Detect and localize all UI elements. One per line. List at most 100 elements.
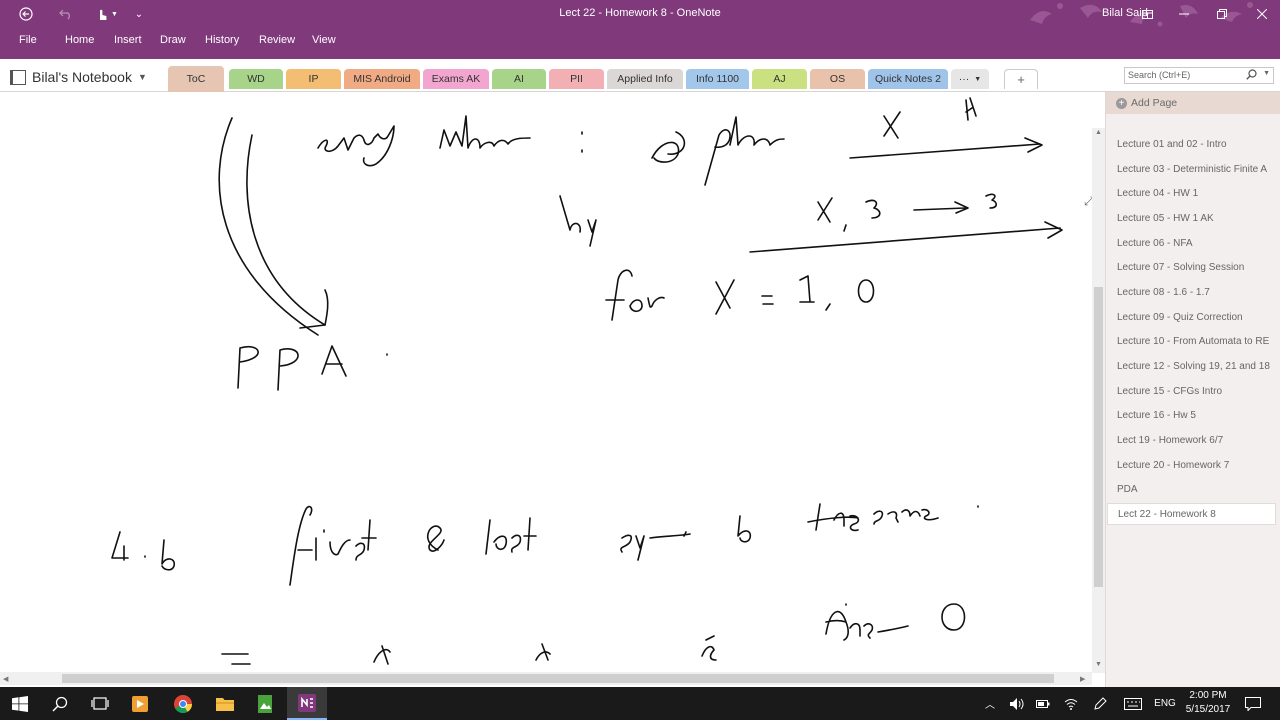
taskbar-chrome[interactable] — [163, 687, 203, 720]
section-tab-pii[interactable]: PII — [549, 69, 604, 89]
touch-keyboard-button[interactable] — [1122, 687, 1144, 720]
section-tab-label: Info 1100 — [695, 73, 739, 85]
search-icon — [52, 696, 68, 712]
more-sections-button[interactable]: ··· ▼ — [951, 69, 989, 89]
add-page-button[interactable]: + Add Page — [1106, 92, 1280, 114]
show-hidden-icons-button[interactable]: ︿ — [982, 687, 998, 720]
scroll-right-arrow-icon[interactable]: ▶ — [1080, 675, 1085, 683]
tab-home[interactable]: Home — [65, 34, 94, 46]
page-list-item[interactable]: Lecture 16 - Hw 5 — [1107, 404, 1276, 426]
windows-start-icon — [12, 695, 28, 712]
section-tab-ai[interactable]: AI — [492, 69, 546, 89]
media-player-icon — [132, 695, 148, 712]
taskbar-photos[interactable] — [245, 687, 285, 720]
tab-review[interactable]: Review — [259, 34, 295, 46]
ribbon-display-button[interactable] — [1136, 0, 1158, 28]
page-list-item[interactable]: Lecture 05 - HW 1 AK — [1107, 207, 1276, 229]
notebook-name: Bilal's Notebook — [32, 69, 132, 85]
close-button[interactable] — [1250, 0, 1274, 28]
pen-icon — [1094, 696, 1107, 710]
tab-view[interactable]: View — [312, 34, 336, 46]
notification-icon — [1245, 696, 1261, 711]
action-center-button[interactable] — [1240, 687, 1266, 720]
input-language[interactable]: ENG — [1152, 687, 1178, 720]
windows-taskbar: ︿ ENG 2:00 PM 5/15/2017 — [0, 687, 1280, 720]
page-list-item[interactable]: Lecture 12 - Solving 19, 21 and 18 — [1107, 355, 1276, 377]
section-tab-label: WD — [247, 73, 265, 85]
section-tab-mis-android[interactable]: MIS Android — [344, 69, 420, 89]
page-list-item[interactable]: Lecture 10 - From Automata to RE — [1107, 330, 1276, 352]
tab-file[interactable]: File — [19, 34, 37, 46]
section-tab-label: Quick Notes 2 — [875, 73, 941, 85]
section-tab-os[interactable]: OS — [810, 69, 865, 89]
section-tab-applied-info[interactable]: Applied Info — [607, 69, 683, 89]
section-tab-quick-notes-2[interactable]: Quick Notes 2 — [868, 69, 948, 89]
search-scope-dropdown[interactable]: ▼ — [1263, 70, 1270, 77]
section-tab-aj[interactable]: AJ — [752, 69, 807, 89]
pen-workspace-button[interactable] — [1090, 687, 1110, 720]
scroll-up-arrow-icon[interactable]: ▲ — [1095, 129, 1102, 136]
page-list-pane: + Add Page Lecture 01 and 02 - Intro Lect… — [1105, 92, 1280, 687]
keyboard-icon — [1124, 697, 1142, 710]
chrome-icon — [174, 694, 192, 713]
page-list-item[interactable]: Lecture 15 - CFGs Intro — [1107, 380, 1276, 402]
scroll-left-arrow-icon[interactable]: ◀ — [3, 675, 8, 683]
section-tab-label: AJ — [773, 73, 786, 85]
page-list-item[interactable]: Lecture 06 - NFA — [1107, 232, 1276, 254]
page-canvas[interactable]: ⤢ — [0, 92, 1105, 687]
minimize-button[interactable] — [1172, 0, 1196, 28]
section-tab-toc[interactable]: ToC — [168, 66, 224, 92]
restore-button[interactable] — [1210, 0, 1234, 28]
taskbar-file-explorer[interactable] — [205, 687, 245, 720]
page-list-item[interactable]: Lect 22 - Homework 8 — [1107, 503, 1276, 525]
battery-button[interactable] — [1034, 687, 1052, 720]
search-box[interactable]: Search (Ctrl+E) ▼ — [1124, 67, 1274, 84]
onenote-icon — [298, 693, 316, 712]
vertical-scrollbar-thumb[interactable] — [1094, 287, 1103, 587]
page-list-item[interactable]: Lecture 07 - Solving Session — [1107, 256, 1276, 278]
tab-draw[interactable]: Draw — [160, 34, 186, 46]
section-tab-label: Applied Info — [617, 73, 673, 85]
tab-insert[interactable]: Insert — [114, 34, 142, 46]
section-tab-label: MIS Android — [353, 73, 411, 85]
section-tab-wd[interactable]: WD — [229, 69, 283, 89]
section-tab-label: IP — [308, 73, 319, 85]
search-icon[interactable] — [1246, 69, 1257, 80]
volume-button[interactable] — [1008, 687, 1026, 720]
page-list-item[interactable]: Lecture 20 - Homework 7 — [1107, 454, 1276, 476]
taskbar-media-player[interactable] — [120, 687, 160, 720]
search-button[interactable] — [40, 687, 80, 720]
page-list-item[interactable]: Lecture 03 - Deterministic Finite A — [1107, 158, 1276, 180]
chevron-up-icon: ︿ — [985, 700, 995, 711]
page-list-item[interactable]: Lecture 09 - Quiz Correction — [1107, 306, 1276, 328]
file-explorer-icon — [216, 698, 234, 711]
ribbon-tab-bar: File Home Insert Draw History Review Vie… — [0, 28, 1280, 59]
add-section-button[interactable]: + — [1004, 69, 1038, 89]
taskbar-onenote[interactable] — [287, 687, 327, 720]
volume-icon — [1010, 697, 1024, 710]
page-list-item[interactable]: Lect 19 - Homework 6/7 — [1107, 429, 1276, 451]
horizontal-scrollbar-thumb[interactable] — [62, 674, 1054, 683]
page-list-item[interactable]: Lecture 08 - 1.6 - 1.7 — [1107, 281, 1276, 303]
chevron-down-icon: ▼ — [137, 72, 147, 82]
add-page-icon: + — [1116, 97, 1127, 109]
section-tab-ip[interactable]: IP — [286, 69, 341, 89]
task-view-button[interactable] — [80, 687, 120, 720]
taskbar-clock[interactable]: 2:00 PM 5/15/2017 — [1180, 689, 1236, 717]
close-icon — [1257, 9, 1267, 19]
page-list-item[interactable]: Lecture 01 and 02 - Intro — [1107, 133, 1276, 155]
restore-icon — [1217, 9, 1227, 19]
section-tab-info-1100[interactable]: Info 1100 — [686, 69, 749, 89]
page-list-item[interactable]: Lecture 04 - HW 1 — [1107, 182, 1276, 204]
section-tab-exams-ak[interactable]: Exams AK — [423, 69, 489, 89]
handwritten-ink — [111, 97, 1063, 665]
search-input[interactable]: Search (Ctrl+E) — [1128, 70, 1190, 80]
wifi-button[interactable] — [1062, 687, 1080, 720]
page-list-item[interactable]: PDA — [1107, 478, 1276, 500]
scroll-down-arrow-icon[interactable]: ▼ — [1095, 661, 1102, 668]
wifi-icon — [1064, 698, 1078, 710]
start-button[interactable] — [0, 687, 40, 720]
tab-history[interactable]: History — [205, 34, 239, 46]
section-tab-label: OS — [829, 73, 846, 85]
notebook-picker[interactable]: Bilal's Notebook ▼ — [10, 69, 147, 85]
